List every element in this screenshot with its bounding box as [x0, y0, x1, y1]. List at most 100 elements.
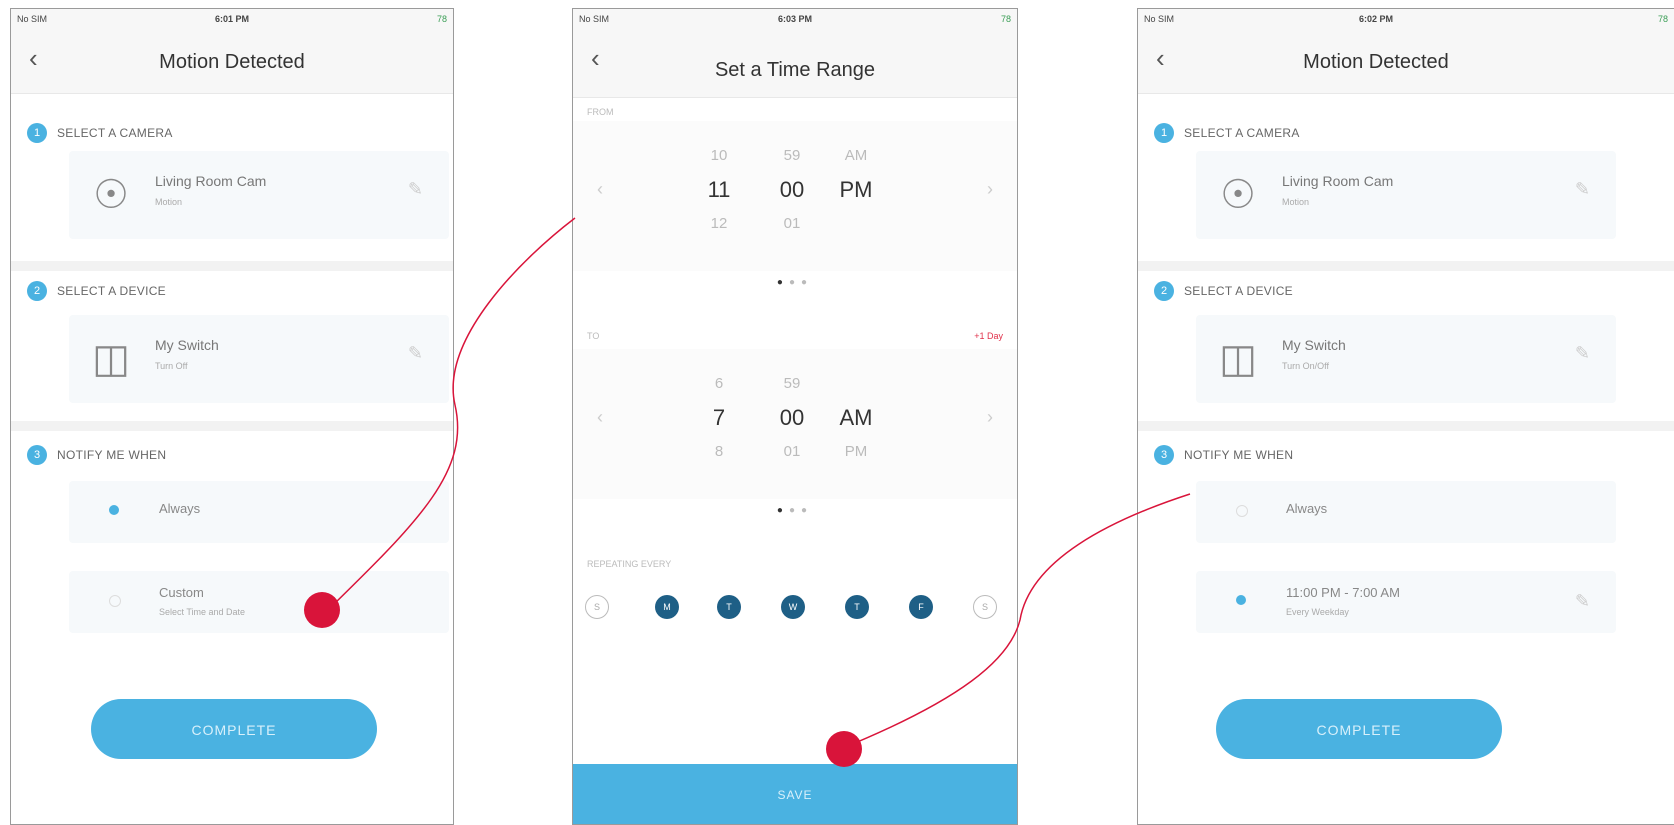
switch-icon: ◫ [1219, 337, 1257, 381]
camera-card[interactable]: ☉ Living Room Cam Motion ✎ [1196, 151, 1616, 239]
complete-button[interactable]: COMPLETE [1216, 699, 1502, 759]
device-action: Turn On/Off [1282, 361, 1330, 371]
repeat-label: REPEATING EVERY [587, 559, 672, 569]
weekday-selector: S M T W T F S [585, 595, 1005, 635]
status-time: 6:01 PM [214, 14, 249, 24]
day-toggle[interactable]: T [717, 595, 741, 619]
chevron-right-icon[interactable]: › [987, 179, 993, 200]
pencil-icon[interactable]: ✎ [408, 179, 423, 200]
step-badge: 3 [27, 445, 47, 465]
section-label: SELECT A CAMERA [57, 126, 173, 140]
plus-day-label: +1 Day [974, 331, 1003, 341]
day-toggle[interactable]: T [845, 595, 869, 619]
section-label: NOTIFY ME WHEN [57, 448, 167, 462]
minute-wheel[interactable]: 59 00 01 [767, 367, 817, 469]
camera-name: Living Room Cam [1282, 173, 1394, 189]
device-card[interactable]: ◫ My Switch Turn On/Off ✎ [1196, 315, 1616, 403]
step-badge: 2 [1154, 281, 1174, 301]
option-label: Custom [159, 585, 204, 600]
tap-marker-save [826, 731, 862, 767]
divider [11, 261, 453, 271]
device-name: My Switch [155, 337, 219, 353]
from-time-picker[interactable]: ‹ 10 11 12 59 00 01 AM PM › [573, 121, 1017, 271]
day-toggle[interactable]: M [655, 595, 679, 619]
chevron-left-icon[interactable]: ‹ [597, 179, 603, 200]
status-time: 6:02 PM [1358, 14, 1393, 24]
camera-trigger: Motion [1282, 197, 1310, 207]
section-label: SELECT A DEVICE [1184, 284, 1293, 298]
switch-icon: ◫ [92, 337, 130, 381]
hour-wheel[interactable]: 6 7 8 [699, 367, 739, 469]
to-label: TO [587, 331, 600, 341]
from-label: FROM [587, 107, 614, 117]
device-card[interactable]: ◫ My Switch Turn Off ✎ [69, 315, 449, 403]
pencil-icon[interactable]: ✎ [1575, 591, 1590, 612]
minute-selected: 00 [779, 177, 805, 202]
ampm-prev: AM [844, 147, 868, 164]
section-label: SELECT A CAMERA [1184, 126, 1300, 140]
phone-screen-right: No SIM 6:02 PM 78 ‹ Motion Detected 1 SE… [1137, 8, 1674, 825]
minute-next: 01 [783, 443, 801, 460]
day-toggle[interactable]: S [585, 595, 609, 619]
camera-icon: ☉ [93, 173, 129, 217]
option-custom-range[interactable]: 11:00 PM - 7:00 AM Every Weekday ✎ [1196, 571, 1616, 633]
page-title: Motion Detected [159, 51, 305, 73]
day-toggle[interactable]: F [909, 595, 933, 619]
minute-next: 01 [783, 215, 801, 232]
status-bar: No SIM 6:03 PM 78 [573, 9, 1017, 31]
save-button[interactable]: SAVE [573, 764, 1017, 824]
pencil-icon[interactable]: ✎ [1575, 343, 1590, 364]
step-badge: 1 [27, 123, 47, 143]
nav-bar: ‹ Motion Detected [1138, 31, 1674, 94]
ampm-wheel[interactable]: AM PM [831, 367, 881, 469]
status-bar: No SIM 6:02 PM 78 [1138, 9, 1674, 31]
ampm-next [831, 207, 881, 241]
minute-prev: 59 [783, 375, 801, 392]
status-time: 6:03 PM [777, 14, 812, 24]
option-custom[interactable]: Custom Select Time and Date [69, 571, 449, 633]
ampm-wheel[interactable]: AM PM [831, 139, 881, 241]
chevron-right-icon[interactable]: › [987, 407, 993, 428]
option-always[interactable]: Always [69, 481, 449, 543]
hour-prev: 6 [714, 375, 724, 392]
radio-unselected[interactable] [1236, 505, 1248, 517]
ampm-selected: AM [839, 405, 873, 430]
option-label: Always [1286, 501, 1328, 516]
minute-prev: 59 [783, 147, 801, 164]
camera-icon: ☉ [1220, 173, 1256, 217]
step-badge: 2 [27, 281, 47, 301]
battery-level: 78 [436, 14, 447, 24]
hour-selected: 7 [712, 405, 726, 430]
day-toggle[interactable]: W [781, 595, 805, 619]
hour-next: 12 [710, 215, 728, 232]
status-bar: No SIM 6:01 PM 78 [11, 9, 453, 31]
ampm-selected: PM [839, 177, 873, 202]
section-label: SELECT A DEVICE [57, 284, 166, 298]
ampm-next: PM [844, 443, 868, 460]
radio-selected[interactable] [109, 505, 119, 515]
option-label: 11:00 PM - 7:00 AM [1286, 585, 1400, 600]
ampm-prev [831, 367, 881, 401]
option-sublabel: Select Time and Date [159, 607, 246, 617]
radio-selected[interactable] [1236, 595, 1246, 605]
device-name: My Switch [1282, 337, 1346, 353]
camera-name: Living Room Cam [155, 173, 267, 189]
hour-selected: 11 [707, 177, 731, 202]
phone-screen-left: No SIM 6:01 PM 78 ‹ Motion Detected 1 SE… [10, 8, 454, 825]
complete-button[interactable]: COMPLETE [91, 699, 377, 759]
page-dots: ●●● [776, 505, 814, 516]
battery-level: 78 [1657, 14, 1668, 24]
chevron-left-icon[interactable]: ‹ [597, 407, 603, 428]
to-time-picker[interactable]: ‹ 6 7 8 59 00 01 AM PM › [573, 349, 1017, 499]
day-toggle[interactable]: S [973, 595, 997, 619]
step-badge: 1 [1154, 123, 1174, 143]
radio-unselected[interactable] [109, 595, 121, 607]
option-always[interactable]: Always [1196, 481, 1616, 543]
pencil-icon[interactable]: ✎ [1575, 179, 1590, 200]
hour-wheel[interactable]: 10 11 12 [699, 139, 739, 241]
pencil-icon[interactable]: ✎ [408, 343, 423, 364]
camera-card[interactable]: ☉ Living Room Cam Motion ✎ [69, 151, 449, 239]
option-sublabel: Every Weekday [1286, 607, 1349, 617]
hour-prev: 10 [710, 147, 728, 164]
minute-wheel[interactable]: 59 00 01 [767, 139, 817, 241]
